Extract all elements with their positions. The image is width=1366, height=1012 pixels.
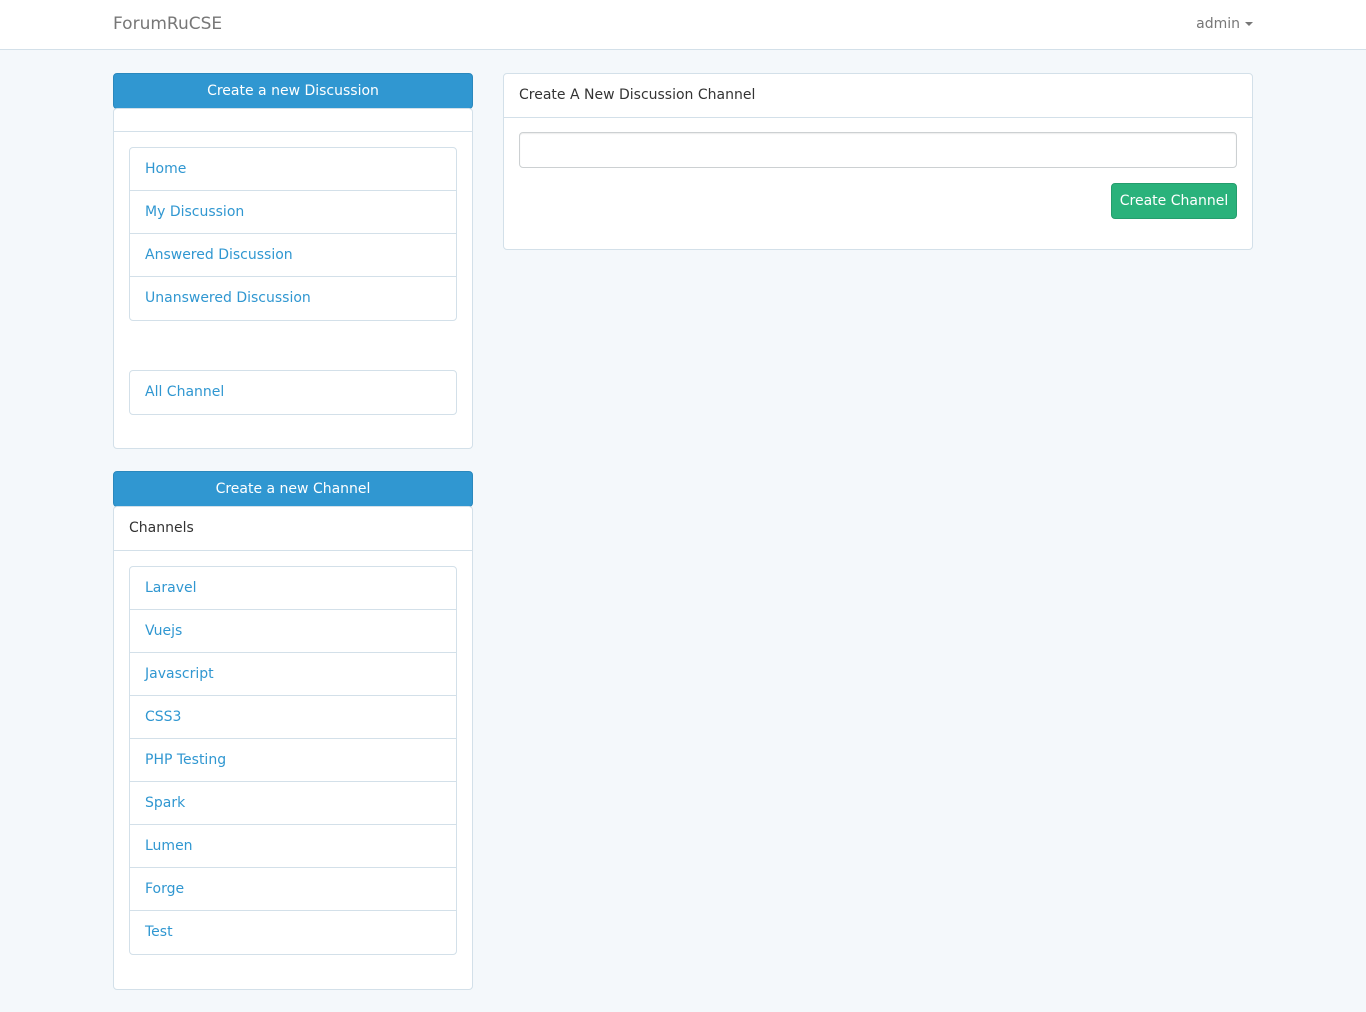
all-channel-list: All Channel xyxy=(129,370,457,415)
channels-list: Laravel Vuejs Javascript CSS3 PHP Testin… xyxy=(129,566,457,955)
channel-name-input[interactable] xyxy=(519,132,1237,168)
channel-item-laravel[interactable]: Laravel xyxy=(130,567,456,610)
channel-item-vuejs[interactable]: Vuejs xyxy=(130,610,456,653)
caret-down-icon xyxy=(1245,22,1253,26)
channel-item-spark[interactable]: Spark xyxy=(130,782,456,825)
user-menu[interactable]: admin xyxy=(1196,16,1253,32)
sidebar-nav-panel: Home My Discussion Answered Discussion U… xyxy=(113,108,473,449)
sidebar-nav-list: Home My Discussion Answered Discussion U… xyxy=(129,147,457,321)
sidebar-nav-heading xyxy=(114,109,472,132)
channel-item-forge[interactable]: Forge xyxy=(130,868,456,911)
create-channel-submit-button[interactable]: Create Channel xyxy=(1111,183,1237,219)
sidebar-item-unanswered-discussion[interactable]: Unanswered Discussion xyxy=(130,277,456,320)
create-channel-button[interactable]: Create a new Channel xyxy=(113,471,473,507)
create-discussion-button[interactable]: Create a new Discussion xyxy=(113,73,473,109)
channels-panel: Channels Laravel Vuejs Javascript CSS3 P… xyxy=(113,506,473,990)
page-title: Create A New Discussion Channel xyxy=(504,74,1252,118)
brand-link[interactable]: ForumRuCSE xyxy=(113,14,222,34)
channels-heading: Channels xyxy=(114,507,472,551)
user-name: admin xyxy=(1196,16,1240,32)
sidebar-item-all-channel[interactable]: All Channel xyxy=(130,371,456,414)
channel-item-lumen[interactable]: Lumen xyxy=(130,825,456,868)
navbar: ForumRuCSE admin xyxy=(0,0,1366,50)
channel-item-test[interactable]: Test xyxy=(130,911,456,954)
sidebar-item-my-discussion[interactable]: My Discussion xyxy=(130,191,456,234)
sidebar-item-home[interactable]: Home xyxy=(130,148,456,191)
channel-item-css3[interactable]: CSS3 xyxy=(130,696,456,739)
sidebar-item-answered-discussion[interactable]: Answered Discussion xyxy=(130,234,456,277)
channel-item-php-testing[interactable]: PHP Testing xyxy=(130,739,456,782)
create-channel-panel: Create A New Discussion Channel Create C… xyxy=(503,73,1253,250)
channel-item-javascript[interactable]: Javascript xyxy=(130,653,456,696)
